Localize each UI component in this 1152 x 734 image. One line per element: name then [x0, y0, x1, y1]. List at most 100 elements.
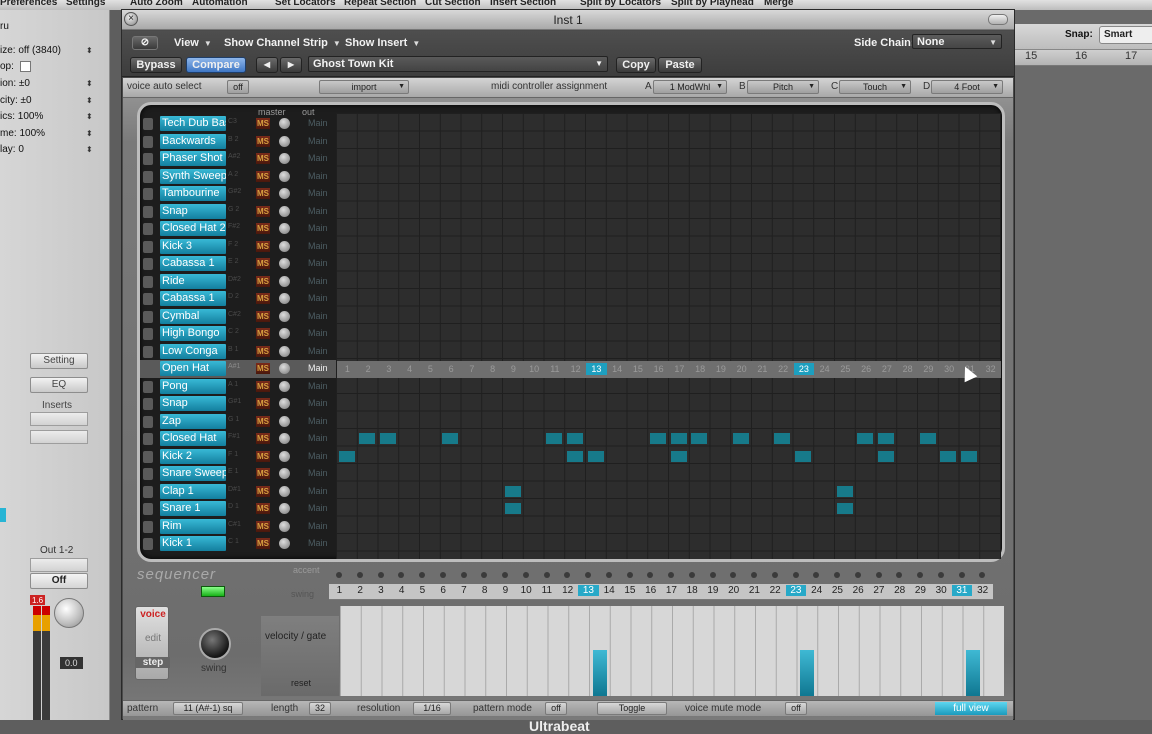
sequencer-step[interactable]: 10: [516, 585, 537, 596]
pan-knob[interactable]: [279, 398, 290, 409]
swing-knob[interactable]: [199, 628, 231, 660]
sequencer-step[interactable]: 14: [599, 585, 620, 596]
mute-solo-button[interactable]: MS: [256, 520, 270, 532]
copy-button[interactable]: Copy: [616, 57, 656, 73]
grid-step-number[interactable]: 22: [773, 364, 794, 374]
voice-row[interactable]: Tambourine G#2 MS Main: [140, 185, 336, 203]
sequencer-step[interactable]: 26: [848, 585, 869, 596]
voice-row[interactable]: Zap G 1 MS Main: [140, 413, 336, 431]
voice-name[interactable]: Snare Sweep: [160, 466, 226, 481]
voice-output[interactable]: Main: [308, 118, 328, 128]
active-step[interactable]: [359, 433, 376, 444]
active-step[interactable]: [836, 485, 853, 497]
voice-handle[interactable]: [143, 328, 153, 340]
mute-solo-button[interactable]: MS: [256, 188, 270, 199]
voice-output[interactable]: Main: [308, 503, 328, 513]
sequencer-step[interactable]: 31: [951, 585, 973, 596]
voice-name[interactable]: Open Hat: [160, 361, 226, 376]
grid-step-number[interactable]: 29: [918, 364, 939, 374]
accent-dot[interactable]: [875, 572, 882, 578]
sequencer-step[interactable]: 2: [350, 585, 371, 596]
next-preset-button[interactable]: ▶: [280, 57, 302, 73]
sequencer-step[interactable]: 4: [391, 585, 412, 596]
pattern-mode-select[interactable]: Toggle: [597, 702, 667, 715]
voice-output[interactable]: Main: [308, 328, 328, 338]
menu-item[interactable]: Cut Section: [425, 0, 481, 8]
voice-name[interactable]: Synth Sweep: [160, 168, 226, 184]
step-mode[interactable]: step: [136, 657, 170, 668]
inspector-parameter[interactable]: ics: 100% ⬍: [0, 108, 93, 124]
mute-solo-button[interactable]: MS: [256, 153, 270, 164]
accent-dot[interactable]: [481, 572, 488, 578]
velocity-bar[interactable]: [966, 650, 980, 696]
grid-step-number[interactable]: 13: [586, 363, 607, 375]
accent-dot[interactable]: [813, 572, 820, 578]
active-step[interactable]: [857, 433, 874, 444]
voice-handle[interactable]: [143, 503, 153, 515]
accent-dot[interactable]: [460, 572, 467, 578]
loop-checkbox[interactable]: [19, 60, 31, 72]
selected-voice-step-bar[interactable]: 1 2 3 4 5 6 7 8 9 10 11 12 13 14 15 16 17 18 19 20 21 22 23 24 2…: [337, 361, 1001, 378]
active-step[interactable]: [836, 503, 853, 514]
grid-step-number[interactable]: 8: [482, 364, 503, 374]
active-step[interactable]: [504, 503, 521, 514]
grid-step-number[interactable]: 2: [358, 364, 379, 374]
accent-dot[interactable]: [730, 572, 737, 578]
voice-handle[interactable]: [143, 363, 153, 375]
voice-output[interactable]: Main: [308, 171, 328, 181]
grid-step-number[interactable]: 14: [607, 364, 628, 374]
pan-knob[interactable]: [279, 293, 290, 304]
voice-handle[interactable]: [143, 135, 153, 148]
accent-dot[interactable]: [398, 572, 405, 578]
inspector-parameter[interactable]: ize: off (3840) ⬍: [0, 42, 93, 58]
voice-name[interactable]: Kick 3: [160, 238, 226, 254]
show-insert-menu[interactable]: Show Insert ▼: [345, 36, 420, 51]
sequencer-step[interactable]: 11: [537, 585, 558, 596]
accent-dot[interactable]: [336, 572, 342, 578]
voice-row[interactable]: Kick 1C 1 MS Main: [140, 535, 336, 553]
active-step[interactable]: [338, 450, 355, 462]
voice-row[interactable]: High Bongo C 2 MS Main: [140, 325, 336, 343]
voice-row[interactable]: Backwards B 2 MS Main: [140, 133, 336, 151]
pan-knob[interactable]: [279, 503, 290, 514]
voice-handle[interactable]: [143, 345, 153, 358]
controller-b-select[interactable]: Pitch ▼: [747, 80, 819, 94]
voice-handle[interactable]: [143, 240, 153, 253]
active-step[interactable]: [380, 433, 396, 444]
accent-dot[interactable]: [626, 572, 633, 578]
voice-row[interactable]: Pong A 1 MS Main: [140, 378, 336, 396]
voice-name[interactable]: Snare 1: [160, 501, 226, 516]
mute-solo-button[interactable]: MS: [256, 468, 270, 479]
voice-name[interactable]: Low Conga: [160, 343, 226, 359]
accent-dot[interactable]: [854, 572, 861, 578]
grid-step-number[interactable]: 10: [524, 364, 545, 374]
paste-button[interactable]: Paste: [658, 57, 702, 73]
menu-item[interactable]: Set Locators: [275, 0, 336, 8]
grid-step-number[interactable]: 30: [939, 364, 960, 374]
voice-row[interactable]: Kick 2F 1 MS Main: [140, 448, 336, 466]
menu-item[interactable]: Split by Locators: [580, 0, 661, 8]
voice-output[interactable]: Main: [308, 276, 328, 286]
voice-row[interactable]: Open Hat A#1 MS Main: [140, 360, 336, 378]
accent-dot[interactable]: [958, 572, 965, 578]
active-step[interactable]: [670, 433, 687, 444]
stepper-icon[interactable]: ⬍: [86, 145, 93, 154]
voice-row[interactable]: Closed Hat 2 F#2 MS Main: [140, 220, 336, 238]
voice-output[interactable]: Main: [308, 486, 328, 496]
resolution-select[interactable]: 1/16: [413, 702, 451, 715]
accent-dot[interactable]: [647, 572, 654, 578]
sequencer-step[interactable]: 25: [827, 585, 848, 596]
voice-handle[interactable]: [143, 275, 153, 288]
mute-solo-button[interactable]: MS: [256, 503, 270, 514]
voice-name[interactable]: Tambourine: [160, 186, 226, 201]
mute-solo-button[interactable]: MS: [256, 258, 270, 269]
active-step[interactable]: [774, 433, 791, 444]
voice-handle[interactable]: [143, 188, 153, 200]
voice-output[interactable]: Main: [308, 223, 328, 233]
active-step[interactable]: [546, 433, 562, 444]
sequencer-step[interactable]: 5: [412, 585, 433, 596]
mute-solo-button[interactable]: MS: [256, 328, 270, 339]
pan-knob[interactable]: [279, 538, 290, 549]
mute-solo-button[interactable]: MS: [256, 240, 270, 252]
menu-item[interactable]: Auto Zoom: [130, 0, 183, 8]
